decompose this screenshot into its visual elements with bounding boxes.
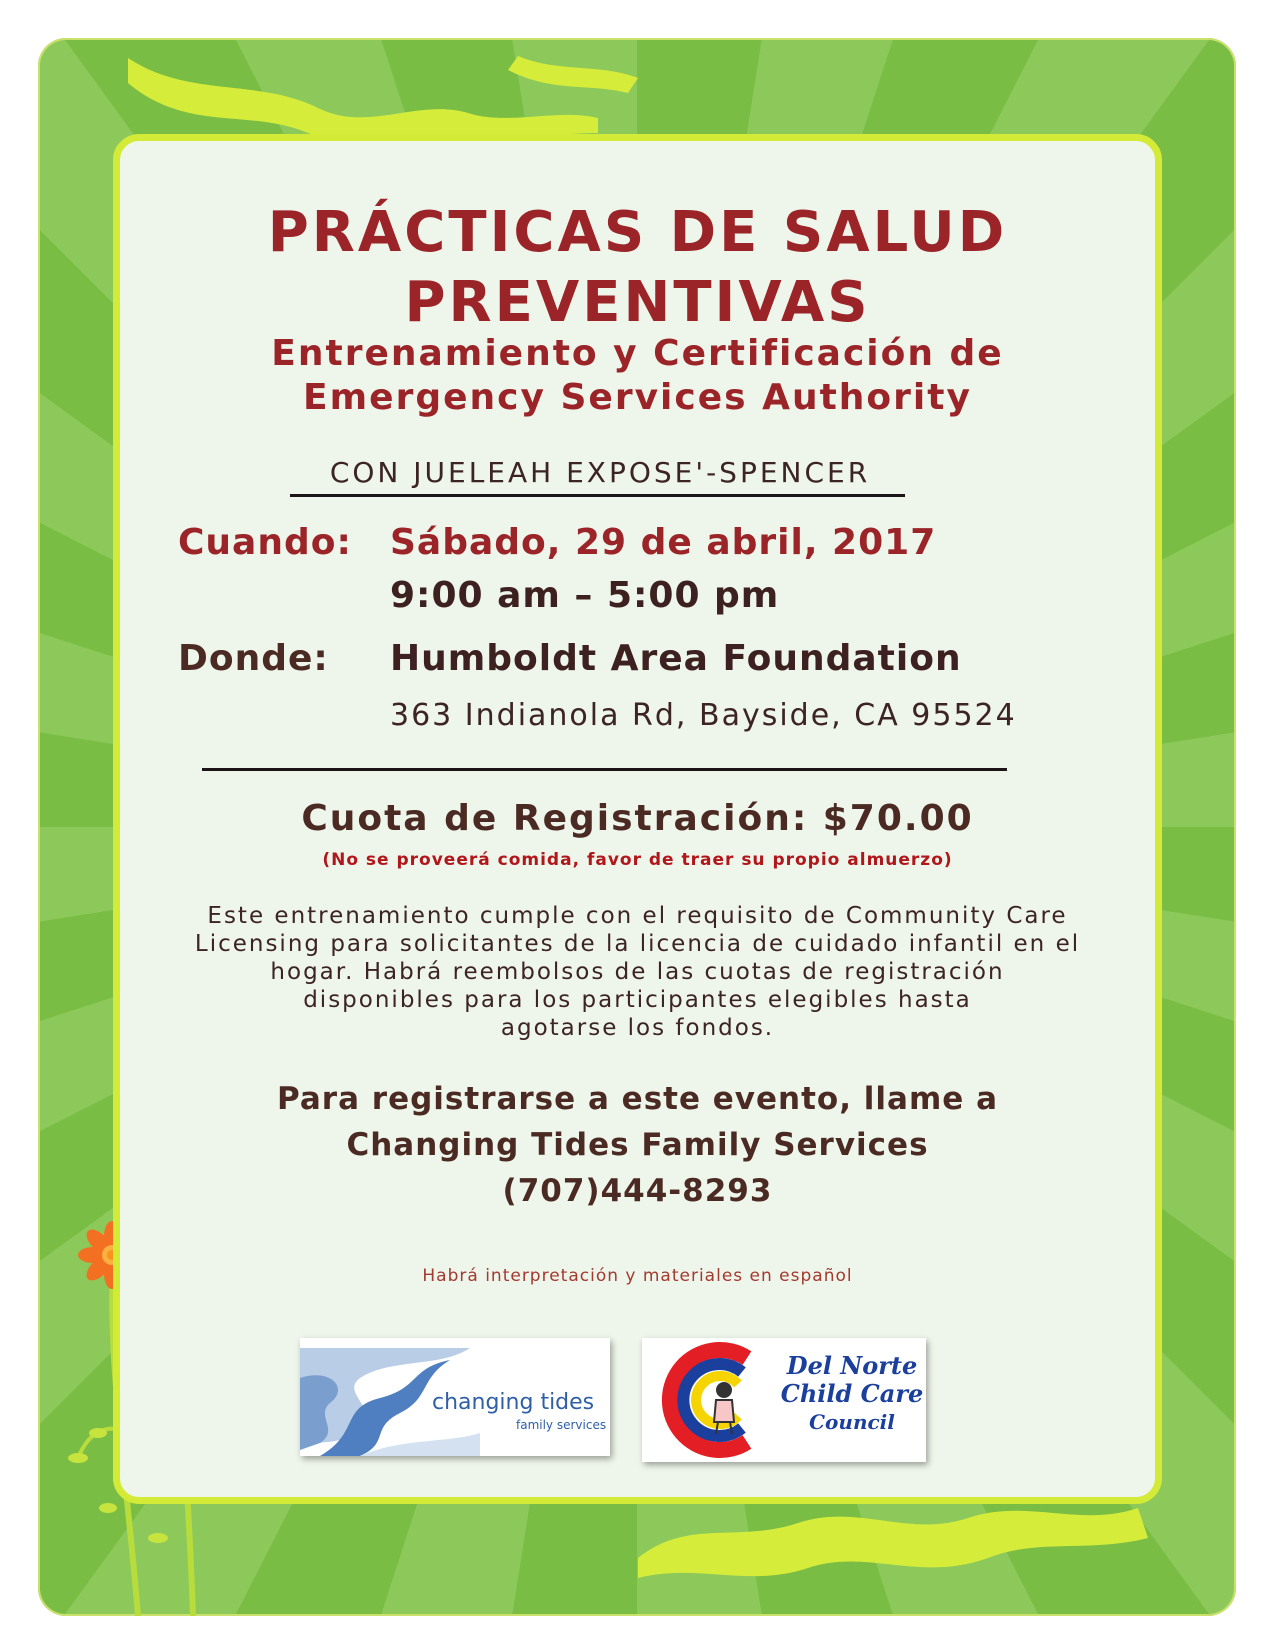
fee-note: (No se proveerá comida, favor de traer s… (322, 850, 953, 870)
bottom-leaf-swirl (638, 1508, 1148, 1578)
subtitle: Entrenamiento y Certificación de Emergen… (0, 332, 1275, 420)
description-line: Licensing para solicitantes de la licenc… (194, 931, 1081, 957)
del-norte-name: Del Norte Child Care Council (778, 1352, 926, 1436)
registration-fee: Cuota de Registración: $70.00 (301, 798, 974, 839)
del-norte-logo: Del Norte Child Care Council (642, 1338, 926, 1462)
changing-tides-name: changing tides (432, 1390, 595, 1415)
del-norte-c-emblem-icon (661, 1342, 752, 1458)
where-address: 363 Indianola Rd, Bayside, CA 95524 (390, 698, 1017, 733)
del-norte-line-3: Council (809, 1410, 895, 1434)
top-leaf-small (508, 56, 638, 93)
register-line-1: Para registrarse a este evento, llame a (276, 1081, 998, 1117)
section-divider (202, 768, 1007, 771)
description-line: hogar. Habrá reembolsos de las cuotas de… (270, 959, 1005, 985)
del-norte-line-2: Child Care (780, 1379, 924, 1408)
subtitle-line-2: Emergency Services Authority (303, 377, 972, 418)
interpretation-note: Habrá interpretación y materiales en esp… (422, 1266, 853, 1286)
description-line: agotarse los fondos. (500, 1015, 775, 1041)
when-time: 9:00 am – 5:00 pm (390, 575, 780, 616)
register-line-2: Changing Tides Family Services (346, 1127, 929, 1163)
when-date: Sábado, 29 de abril, 2017 (390, 522, 937, 563)
description-line: disponibles para los participantes elegi… (303, 987, 972, 1013)
page-title: PRÁCTICAS DE SALUD PREVENTIVAS (0, 198, 1275, 338)
del-norte-line-1: Del Norte (786, 1351, 918, 1380)
changing-tides-logo: changing tides family services (300, 1338, 610, 1456)
register-phone: (707)444-8293 (502, 1173, 773, 1209)
when-label: Cuando: (178, 522, 352, 563)
presenter-underline (290, 494, 905, 497)
presenter: CON JUELEAH EXPOSE'-SPENCER (329, 456, 871, 489)
where-label: Donde: (178, 638, 329, 679)
title-line-2: PREVENTIVAS (404, 270, 871, 335)
description-line: Este entrenamiento cumple con el requisi… (207, 903, 1068, 929)
where-venue: Humboldt Area Foundation (390, 638, 962, 679)
changing-tides-tagline: family services (516, 1418, 607, 1432)
title-line-1: PRÁCTICAS DE SALUD (267, 200, 1008, 265)
description: Este entrenamiento cumple con el requisi… (0, 902, 1275, 1042)
subtitle-line-1: Entrenamiento y Certificación de (271, 333, 1004, 374)
registration-contact: Para registrarse a este evento, llame a … (0, 1076, 1275, 1214)
